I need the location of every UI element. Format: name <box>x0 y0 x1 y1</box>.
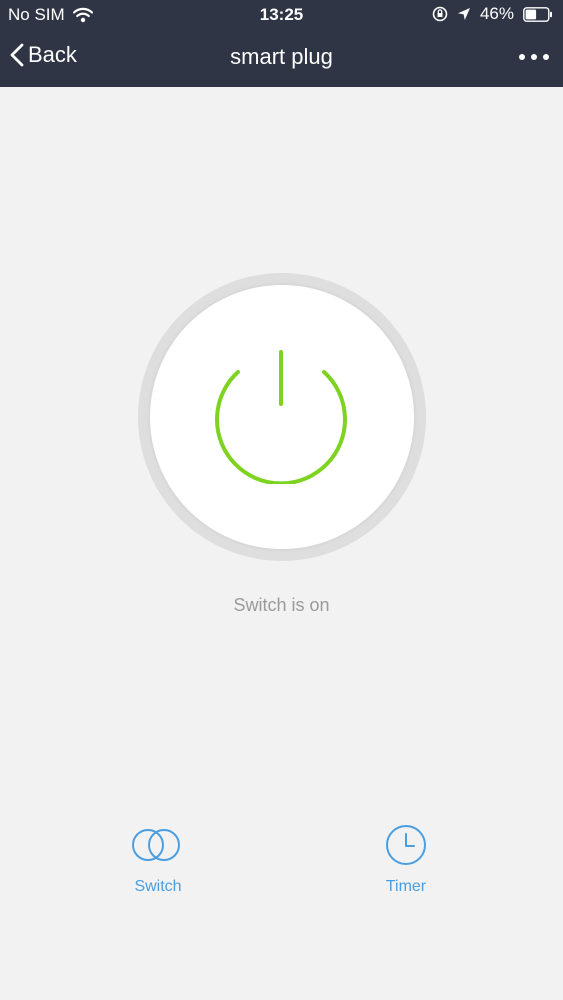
more-dots-icon[interactable] <box>519 45 549 69</box>
smart-plug-screen: No SIM 13:25 46% Back smart plug Switch … <box>0 0 563 1000</box>
switch-toggle-icon <box>132 829 180 861</box>
power-icon <box>215 350 347 484</box>
status-right: 46% <box>432 4 553 24</box>
clock-icon <box>386 825 426 865</box>
tab-timer-label: Timer <box>385 878 427 895</box>
tab-switch-label: Switch <box>134 878 182 895</box>
more-dot <box>543 54 549 60</box>
nav-bar: Back smart plug <box>0 30 563 87</box>
status-bar: No SIM 13:25 46% <box>0 0 563 30</box>
more-dot <box>531 54 537 60</box>
battery-icon <box>523 6 552 22</box>
more-dot <box>519 54 525 60</box>
orientation-lock-icon <box>432 6 448 22</box>
top-bar: No SIM 13:25 46% Back smart plug <box>0 0 563 87</box>
tab-switch[interactable]: Switch <box>98 822 218 896</box>
tab-timer[interactable]: Timer <box>346 822 466 896</box>
location-arrow-icon <box>457 8 470 20</box>
battery-percent: 46% <box>479 4 514 23</box>
page-title: smart plug <box>230 44 333 69</box>
switch-status-text: Switch is on <box>233 595 330 615</box>
